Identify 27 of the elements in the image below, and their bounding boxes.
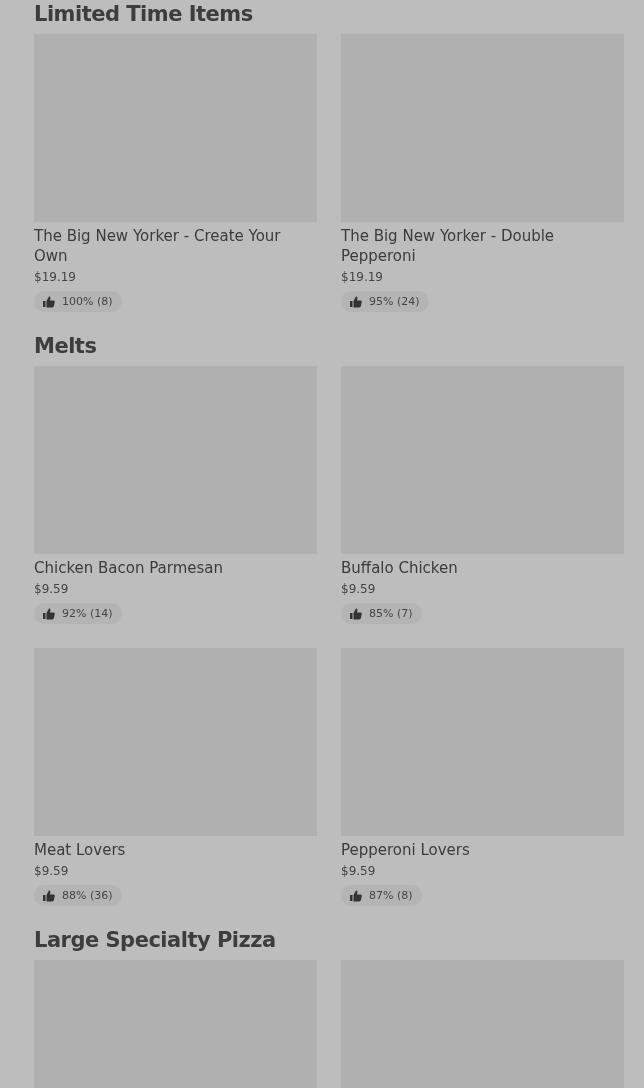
item-name[interactable]: Pepperoni Lovers xyxy=(341,840,470,860)
thumbs-up-icon xyxy=(350,889,362,902)
section-heading: Melts xyxy=(34,333,98,360)
rating-text: 92% (14) xyxy=(62,607,113,620)
thumbs-up-icon xyxy=(350,295,362,308)
thumbs-up-icon xyxy=(43,607,55,620)
thumbs-up-icon xyxy=(43,889,55,902)
item-name[interactable]: Chicken Bacon Parmesan xyxy=(34,558,224,578)
rating-text: 87% (8) xyxy=(369,889,413,902)
rating-text: 100% (8) xyxy=(62,295,113,308)
section-heading: Limited Time Items xyxy=(34,1,254,28)
item-price: $19.19 xyxy=(341,269,383,285)
rating-text: 95% (24) xyxy=(369,295,420,308)
item-price: $9.59 xyxy=(341,863,376,879)
thumbs-up-icon xyxy=(350,607,362,620)
item-name[interactable]: The Big New Yorker - Double Pepperoni xyxy=(341,226,624,266)
item-price: $19.19 xyxy=(34,269,76,285)
item-name[interactable]: The Big New Yorker - Create Your Own xyxy=(34,226,317,266)
rating-text: 88% (36) xyxy=(62,889,113,902)
item-price: $9.59 xyxy=(34,581,69,597)
item-name[interactable]: Meat Lovers xyxy=(34,840,126,860)
item-name[interactable]: Buffalo Chicken xyxy=(341,558,458,578)
thumbs-up-icon xyxy=(43,295,55,308)
item-price: $9.59 xyxy=(34,863,69,879)
rating-text: 85% (7) xyxy=(369,607,413,620)
item-price: $9.59 xyxy=(341,581,376,597)
section-heading: Large Specialty Pizza xyxy=(34,927,277,954)
